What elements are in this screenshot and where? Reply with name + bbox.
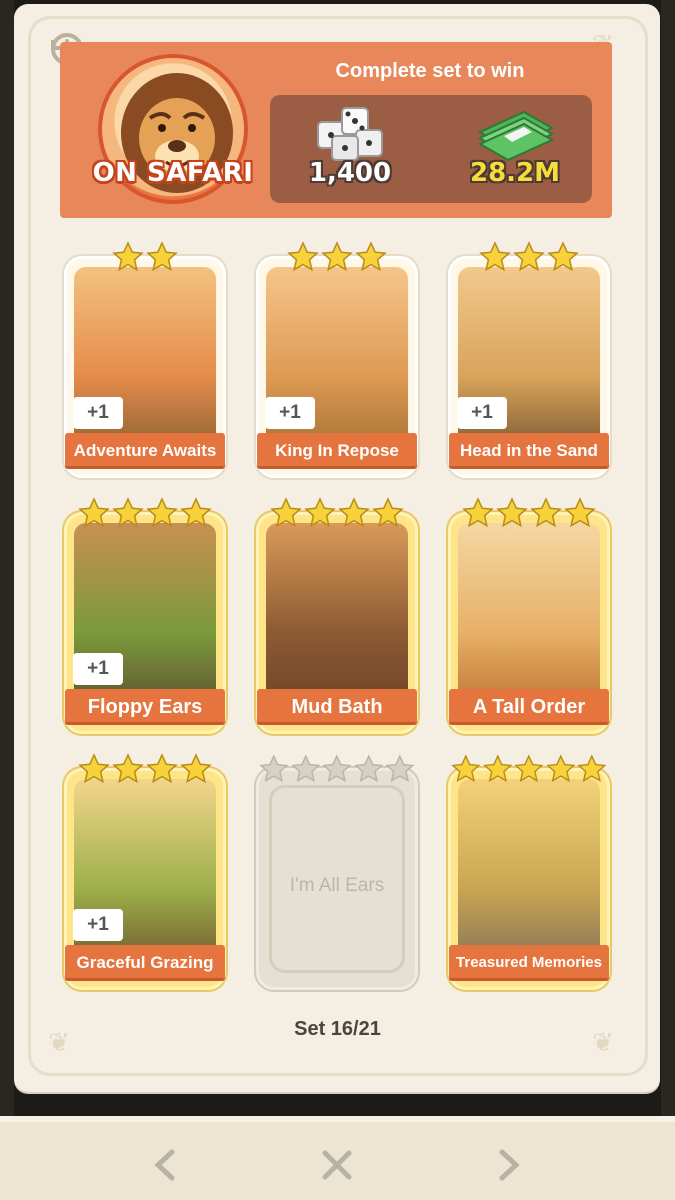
star-icon [78,497,110,528]
star-icon [112,497,144,528]
duplicate-count-badge: +1 [73,653,123,685]
star-icon [547,241,579,272]
star-rating [67,497,223,531]
sticker-card[interactable]: Graceful Grazing +1 [64,753,226,990]
sticker-title: Treasured Memories [449,945,609,981]
star-icon [385,754,415,783]
star-icon [270,497,302,528]
star-icon [146,753,178,784]
duplicate-count-badge: +1 [73,397,123,429]
star-icon [530,497,562,528]
duplicate-count-badge: +1 [265,397,315,429]
star-icon [496,497,528,528]
star-icon [180,753,212,784]
chevron-right-icon [499,1149,520,1181]
star-icon [482,754,512,783]
star-icon [78,753,110,784]
sticker-title: Graceful Grazing [65,945,225,981]
star-icon [354,754,384,783]
sticker-title: Head in the Sand [449,433,609,469]
star-icon [372,497,404,528]
backdrop-right [661,0,675,1120]
dice-icon [317,107,383,161]
sticker-card[interactable]: Head in the Sand +1 [448,241,610,478]
star-icon [287,241,319,272]
star-icon [180,497,212,528]
reward-title: Complete set to win [335,60,525,82]
sticker-card[interactable]: Adventure Awaits +1 [64,241,226,478]
star-icon [355,241,387,272]
set-name: ON SAFARI [92,158,254,188]
star-rating [451,497,607,531]
star-icon [112,241,144,272]
sticker-card[interactable]: Floppy Ears +1 [64,497,226,734]
sticker-card[interactable]: A Tall Order [448,497,610,734]
star-icon [577,754,607,783]
star-rating [67,241,223,275]
star-icon [462,497,494,528]
sticker-title: Adventure Awaits [65,433,225,469]
duplicate-count-badge: +1 [73,909,123,941]
sticker-title: Mud Bath [257,689,417,725]
cash-reward-value: 28.2M [469,158,561,188]
set-progress: Set 16/21 [294,1018,381,1040]
sticker-title: A Tall Order [449,689,609,725]
star-icon [514,754,544,783]
star-icon [290,754,320,783]
star-icon [321,241,353,272]
cash-icon [477,110,555,162]
chevron-left-icon [154,1149,175,1181]
star-rating [451,753,607,787]
close-icon [322,1150,352,1180]
sticker-card[interactable]: Mud Bath [256,497,418,734]
star-rating [259,241,415,275]
previous-set-button[interactable] [136,1140,196,1190]
star-icon [146,241,178,272]
sticker-card[interactable]: King In Repose +1 [256,241,418,478]
star-icon [112,753,144,784]
star-icon [513,241,545,272]
star-icon [451,754,481,783]
star-rating [259,753,415,787]
star-icon [304,497,336,528]
star-icon [146,497,178,528]
star-icon [564,497,596,528]
star-rating [451,241,607,275]
dice-reward-value: 1,400 [308,158,392,188]
star-icon [338,497,370,528]
close-button[interactable] [307,1140,367,1190]
sticker-card[interactable]: I'm All Ears [256,754,418,990]
star-icon [259,754,289,783]
sticker-title: Floppy Ears [65,689,225,725]
star-rating [67,753,223,787]
star-rating [259,497,415,531]
sticker-title: King In Repose [257,433,417,469]
missing-sticker-title: I'm All Ears [289,875,385,896]
star-icon [479,241,511,272]
sticker-card[interactable]: Treasured Memories [448,754,610,990]
star-icon [546,754,576,783]
duplicate-count-badge: +1 [457,397,507,429]
star-icon [322,754,352,783]
backdrop-left [0,0,14,1120]
next-set-button[interactable] [478,1140,538,1190]
